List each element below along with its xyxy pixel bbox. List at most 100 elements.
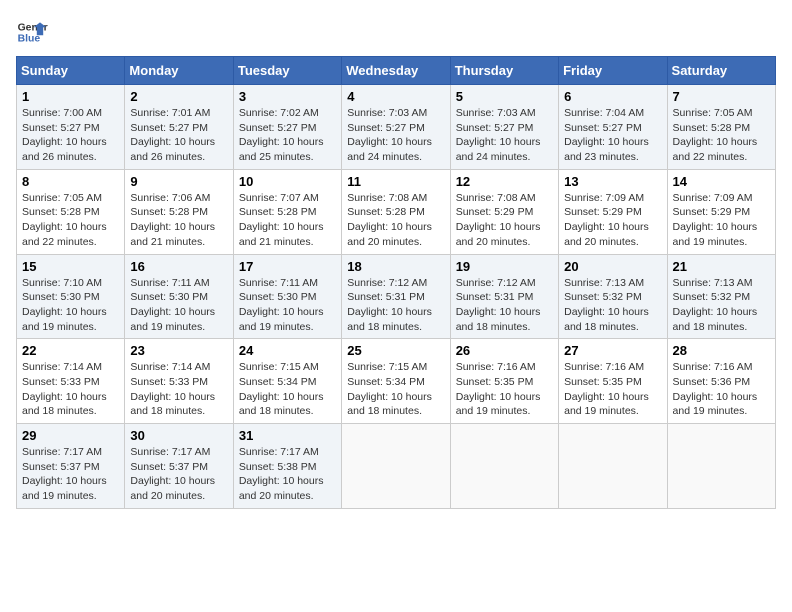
day-info: Sunrise: 7:05 AMSunset: 5:28 PMDaylight:… [673, 107, 758, 163]
calendar-cell: 22 Sunrise: 7:14 AMSunset: 5:33 PMDaylig… [17, 339, 125, 424]
day-info: Sunrise: 7:01 AMSunset: 5:27 PMDaylight:… [130, 107, 215, 163]
day-number: 13 [564, 174, 661, 189]
day-number: 29 [22, 428, 119, 443]
calendar-cell: 7 Sunrise: 7:05 AMSunset: 5:28 PMDayligh… [667, 85, 775, 170]
day-number: 28 [673, 343, 770, 358]
day-info: Sunrise: 7:06 AMSunset: 5:28 PMDaylight:… [130, 192, 215, 248]
calendar-cell: 11 Sunrise: 7:08 AMSunset: 5:28 PMDaylig… [342, 169, 450, 254]
day-number: 19 [456, 259, 553, 274]
day-info: Sunrise: 7:07 AMSunset: 5:28 PMDaylight:… [239, 192, 324, 248]
week-row-2: 8 Sunrise: 7:05 AMSunset: 5:28 PMDayligh… [17, 169, 776, 254]
day-number: 6 [564, 89, 661, 104]
day-number: 27 [564, 343, 661, 358]
day-info: Sunrise: 7:16 AMSunset: 5:36 PMDaylight:… [673, 361, 758, 417]
col-header-sunday: Sunday [17, 57, 125, 85]
page-header: General Blue [16, 16, 776, 48]
day-number: 24 [239, 343, 336, 358]
day-info: Sunrise: 7:10 AMSunset: 5:30 PMDaylight:… [22, 277, 107, 333]
calendar-cell: 18 Sunrise: 7:12 AMSunset: 5:31 PMDaylig… [342, 254, 450, 339]
day-number: 18 [347, 259, 444, 274]
calendar-cell: 19 Sunrise: 7:12 AMSunset: 5:31 PMDaylig… [450, 254, 558, 339]
day-info: Sunrise: 7:13 AMSunset: 5:32 PMDaylight:… [673, 277, 758, 333]
day-info: Sunrise: 7:00 AMSunset: 5:27 PMDaylight:… [22, 107, 107, 163]
day-number: 12 [456, 174, 553, 189]
day-info: Sunrise: 7:12 AMSunset: 5:31 PMDaylight:… [456, 277, 541, 333]
day-info: Sunrise: 7:13 AMSunset: 5:32 PMDaylight:… [564, 277, 649, 333]
calendar-cell: 1 Sunrise: 7:00 AMSunset: 5:27 PMDayligh… [17, 85, 125, 170]
day-number: 20 [564, 259, 661, 274]
day-info: Sunrise: 7:11 AMSunset: 5:30 PMDaylight:… [130, 277, 215, 333]
calendar-cell [450, 424, 558, 509]
calendar-cell: 3 Sunrise: 7:02 AMSunset: 5:27 PMDayligh… [233, 85, 341, 170]
day-info: Sunrise: 7:15 AMSunset: 5:34 PMDaylight:… [347, 361, 432, 417]
day-info: Sunrise: 7:03 AMSunset: 5:27 PMDaylight:… [456, 107, 541, 163]
calendar-table: SundayMondayTuesdayWednesdayThursdayFrid… [16, 56, 776, 509]
calendar-cell: 23 Sunrise: 7:14 AMSunset: 5:33 PMDaylig… [125, 339, 233, 424]
calendar-cell: 12 Sunrise: 7:08 AMSunset: 5:29 PMDaylig… [450, 169, 558, 254]
calendar-cell: 29 Sunrise: 7:17 AMSunset: 5:37 PMDaylig… [17, 424, 125, 509]
calendar-cell: 13 Sunrise: 7:09 AMSunset: 5:29 PMDaylig… [559, 169, 667, 254]
day-number: 7 [673, 89, 770, 104]
day-info: Sunrise: 7:16 AMSunset: 5:35 PMDaylight:… [456, 361, 541, 417]
day-number: 8 [22, 174, 119, 189]
day-info: Sunrise: 7:14 AMSunset: 5:33 PMDaylight:… [22, 361, 107, 417]
day-number: 10 [239, 174, 336, 189]
calendar-cell: 10 Sunrise: 7:07 AMSunset: 5:28 PMDaylig… [233, 169, 341, 254]
day-info: Sunrise: 7:08 AMSunset: 5:29 PMDaylight:… [456, 192, 541, 248]
day-number: 9 [130, 174, 227, 189]
day-number: 3 [239, 89, 336, 104]
calendar-cell: 17 Sunrise: 7:11 AMSunset: 5:30 PMDaylig… [233, 254, 341, 339]
logo: General Blue [16, 16, 48, 48]
col-header-tuesday: Tuesday [233, 57, 341, 85]
col-header-friday: Friday [559, 57, 667, 85]
day-number: 2 [130, 89, 227, 104]
calendar-cell: 31 Sunrise: 7:17 AMSunset: 5:38 PMDaylig… [233, 424, 341, 509]
week-row-5: 29 Sunrise: 7:17 AMSunset: 5:37 PMDaylig… [17, 424, 776, 509]
header-row: SundayMondayTuesdayWednesdayThursdayFrid… [17, 57, 776, 85]
col-header-thursday: Thursday [450, 57, 558, 85]
day-number: 22 [22, 343, 119, 358]
week-row-1: 1 Sunrise: 7:00 AMSunset: 5:27 PMDayligh… [17, 85, 776, 170]
day-info: Sunrise: 7:14 AMSunset: 5:33 PMDaylight:… [130, 361, 215, 417]
calendar-cell: 9 Sunrise: 7:06 AMSunset: 5:28 PMDayligh… [125, 169, 233, 254]
day-info: Sunrise: 7:08 AMSunset: 5:28 PMDaylight:… [347, 192, 432, 248]
calendar-cell: 27 Sunrise: 7:16 AMSunset: 5:35 PMDaylig… [559, 339, 667, 424]
calendar-cell [559, 424, 667, 509]
day-number: 23 [130, 343, 227, 358]
day-info: Sunrise: 7:11 AMSunset: 5:30 PMDaylight:… [239, 277, 324, 333]
day-number: 5 [456, 89, 553, 104]
col-header-monday: Monday [125, 57, 233, 85]
day-info: Sunrise: 7:09 AMSunset: 5:29 PMDaylight:… [564, 192, 649, 248]
day-info: Sunrise: 7:16 AMSunset: 5:35 PMDaylight:… [564, 361, 649, 417]
col-header-wednesday: Wednesday [342, 57, 450, 85]
calendar-cell: 16 Sunrise: 7:11 AMSunset: 5:30 PMDaylig… [125, 254, 233, 339]
calendar-cell: 14 Sunrise: 7:09 AMSunset: 5:29 PMDaylig… [667, 169, 775, 254]
calendar-cell: 4 Sunrise: 7:03 AMSunset: 5:27 PMDayligh… [342, 85, 450, 170]
svg-text:Blue: Blue [18, 34, 41, 45]
day-number: 14 [673, 174, 770, 189]
day-info: Sunrise: 7:03 AMSunset: 5:27 PMDaylight:… [347, 107, 432, 163]
calendar-cell: 30 Sunrise: 7:17 AMSunset: 5:37 PMDaylig… [125, 424, 233, 509]
calendar-cell [342, 424, 450, 509]
calendar-cell: 15 Sunrise: 7:10 AMSunset: 5:30 PMDaylig… [17, 254, 125, 339]
week-row-4: 22 Sunrise: 7:14 AMSunset: 5:33 PMDaylig… [17, 339, 776, 424]
calendar-cell: 21 Sunrise: 7:13 AMSunset: 5:32 PMDaylig… [667, 254, 775, 339]
calendar-cell: 6 Sunrise: 7:04 AMSunset: 5:27 PMDayligh… [559, 85, 667, 170]
svg-text:General: General [18, 22, 48, 33]
day-number: 17 [239, 259, 336, 274]
day-number: 31 [239, 428, 336, 443]
calendar-cell: 8 Sunrise: 7:05 AMSunset: 5:28 PMDayligh… [17, 169, 125, 254]
day-number: 21 [673, 259, 770, 274]
day-info: Sunrise: 7:17 AMSunset: 5:38 PMDaylight:… [239, 446, 324, 502]
day-info: Sunrise: 7:17 AMSunset: 5:37 PMDaylight:… [130, 446, 215, 502]
day-number: 15 [22, 259, 119, 274]
day-number: 1 [22, 89, 119, 104]
calendar-cell: 5 Sunrise: 7:03 AMSunset: 5:27 PMDayligh… [450, 85, 558, 170]
calendar-cell: 25 Sunrise: 7:15 AMSunset: 5:34 PMDaylig… [342, 339, 450, 424]
day-info: Sunrise: 7:15 AMSunset: 5:34 PMDaylight:… [239, 361, 324, 417]
day-number: 4 [347, 89, 444, 104]
day-info: Sunrise: 7:04 AMSunset: 5:27 PMDaylight:… [564, 107, 649, 163]
day-number: 16 [130, 259, 227, 274]
day-info: Sunrise: 7:17 AMSunset: 5:37 PMDaylight:… [22, 446, 107, 502]
week-row-3: 15 Sunrise: 7:10 AMSunset: 5:30 PMDaylig… [17, 254, 776, 339]
